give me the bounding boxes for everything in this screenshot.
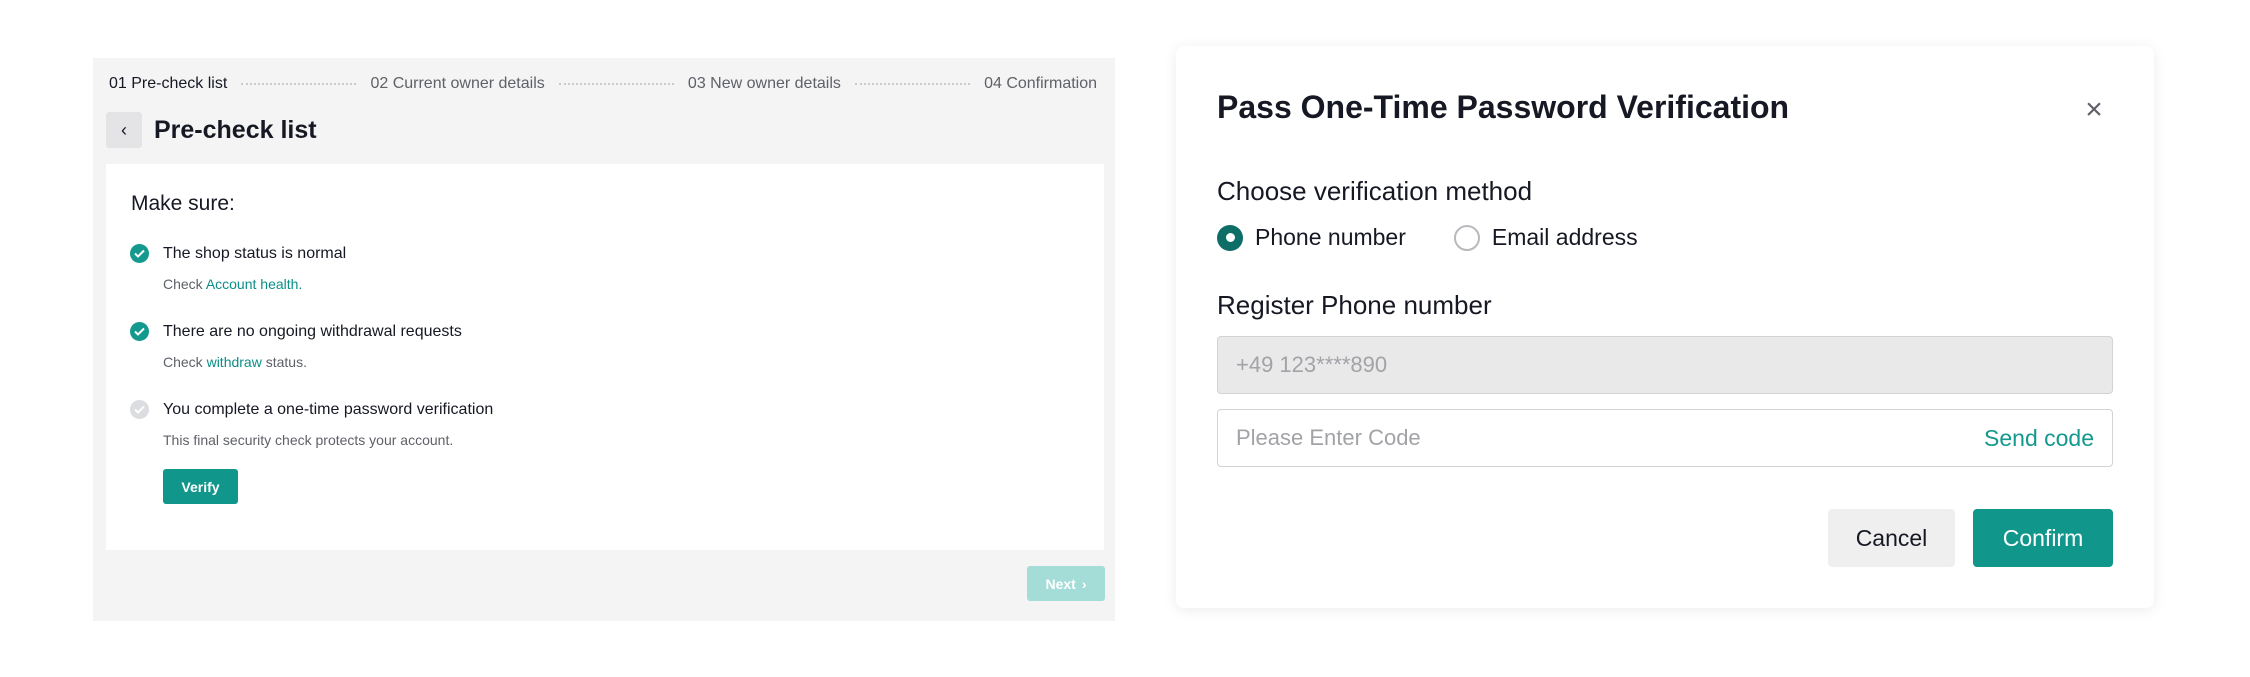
otp-verification-modal: Pass One-Time Password Verification × Ch…: [1176, 46, 2154, 608]
step-3[interactable]: 03 New owner details: [688, 75, 841, 93]
radio-email-address[interactable]: Email address: [1453, 224, 1638, 251]
back-button[interactable]: ‹: [106, 112, 142, 148]
verification-method-label: Choose verification method: [1217, 176, 1533, 206]
precheck-card: Make sure: The shop status is normal Che…: [106, 164, 1104, 550]
step-2-label: Current owner details: [392, 75, 545, 92]
check-circle-pending-icon: [130, 400, 149, 419]
step-1-number: 01: [109, 75, 127, 92]
checklist-item-shop-status: The shop status is normal Check Account …: [130, 244, 346, 292]
modal-title: Pass One-Time Password Verification: [1217, 89, 1790, 125]
step-connector: [558, 83, 674, 85]
code-input-placeholder: Please Enter Code: [1236, 425, 1421, 450]
radio-selected-icon: [1217, 224, 1243, 251]
phone-number-value: +49 123****890: [1236, 352, 1388, 377]
cancel-button[interactable]: Cancel: [1828, 509, 1955, 567]
step-3-number: 03: [687, 75, 706, 92]
withdraw-link[interactable]: withdraw: [207, 354, 262, 370]
radio-unselected-icon: [1453, 224, 1480, 251]
chevron-right-icon: ›: [1081, 575, 1087, 592]
radio-label: Email address: [1491, 224, 1638, 250]
check-circle-icon: [130, 322, 149, 341]
next-button[interactable]: Next ›: [1027, 566, 1105, 601]
checklist-item-hint: Check withdraw status.: [163, 354, 462, 370]
step-1-label: Pre-check list: [131, 75, 228, 92]
step-4[interactable]: 04 Confirmation: [984, 75, 1097, 93]
send-code-button[interactable]: Send code: [1984, 425, 2094, 452]
check-circle-icon: [130, 244, 149, 263]
code-input[interactable]: Please Enter Code Send code: [1217, 409, 2113, 467]
checklist-item-withdrawals: There are no ongoing withdrawal requests…: [130, 322, 462, 370]
phone-number-label: Register Phone number: [1217, 290, 1492, 320]
verification-method-radio-group: Phone number Email address: [1217, 224, 1686, 251]
checklist-item-otp: You complete a one-time password verific…: [130, 400, 493, 448]
step-2[interactable]: 02 Current owner details: [370, 75, 544, 93]
step-1[interactable]: 01 Pre-check list: [109, 75, 227, 93]
checklist-item-title: The shop status is normal: [163, 244, 347, 262]
confirm-button[interactable]: Confirm: [1973, 509, 2113, 567]
checklist-item-title: You complete a one-time password verific…: [163, 400, 494, 418]
next-button-label: Next: [1045, 575, 1076, 592]
hint-text: Check: [163, 276, 206, 292]
radio-label: Phone number: [1255, 224, 1406, 250]
radio-phone-number[interactable]: Phone number: [1217, 224, 1406, 251]
hint-text-suffix: status.: [261, 354, 307, 370]
transfer-wizard-panel: 01 Pre-check list 02 Current owner detai…: [93, 58, 1115, 621]
step-connector: [854, 83, 971, 85]
step-3-label: New owner details: [710, 75, 841, 92]
verify-button[interactable]: Verify: [163, 469, 238, 504]
step-2-number: 02: [370, 75, 389, 92]
account-health-link[interactable]: Account health.: [206, 276, 303, 292]
checklist-item-hint: Check Account health.: [163, 276, 346, 292]
hint-text: Check: [163, 354, 207, 370]
step-4-number: 04: [984, 75, 1002, 92]
page-title: Pre-check list: [154, 115, 317, 144]
stepper: 01 Pre-check list 02 Current owner detai…: [93, 58, 1115, 110]
chevron-left-icon: ‹: [121, 119, 127, 140]
step-4-label: Confirmation: [1006, 75, 1098, 92]
checklist-heading: Make sure:: [131, 192, 235, 215]
step-connector: [241, 83, 357, 85]
checklist-item-hint: This final security check protects your …: [163, 432, 454, 448]
checklist-item-title: There are no ongoing withdrawal requests: [163, 322, 462, 340]
page-header: ‹ Pre-check list: [106, 112, 317, 148]
phone-number-field: +49 123****890: [1217, 336, 2113, 394]
close-icon[interactable]: ×: [2080, 95, 2108, 125]
